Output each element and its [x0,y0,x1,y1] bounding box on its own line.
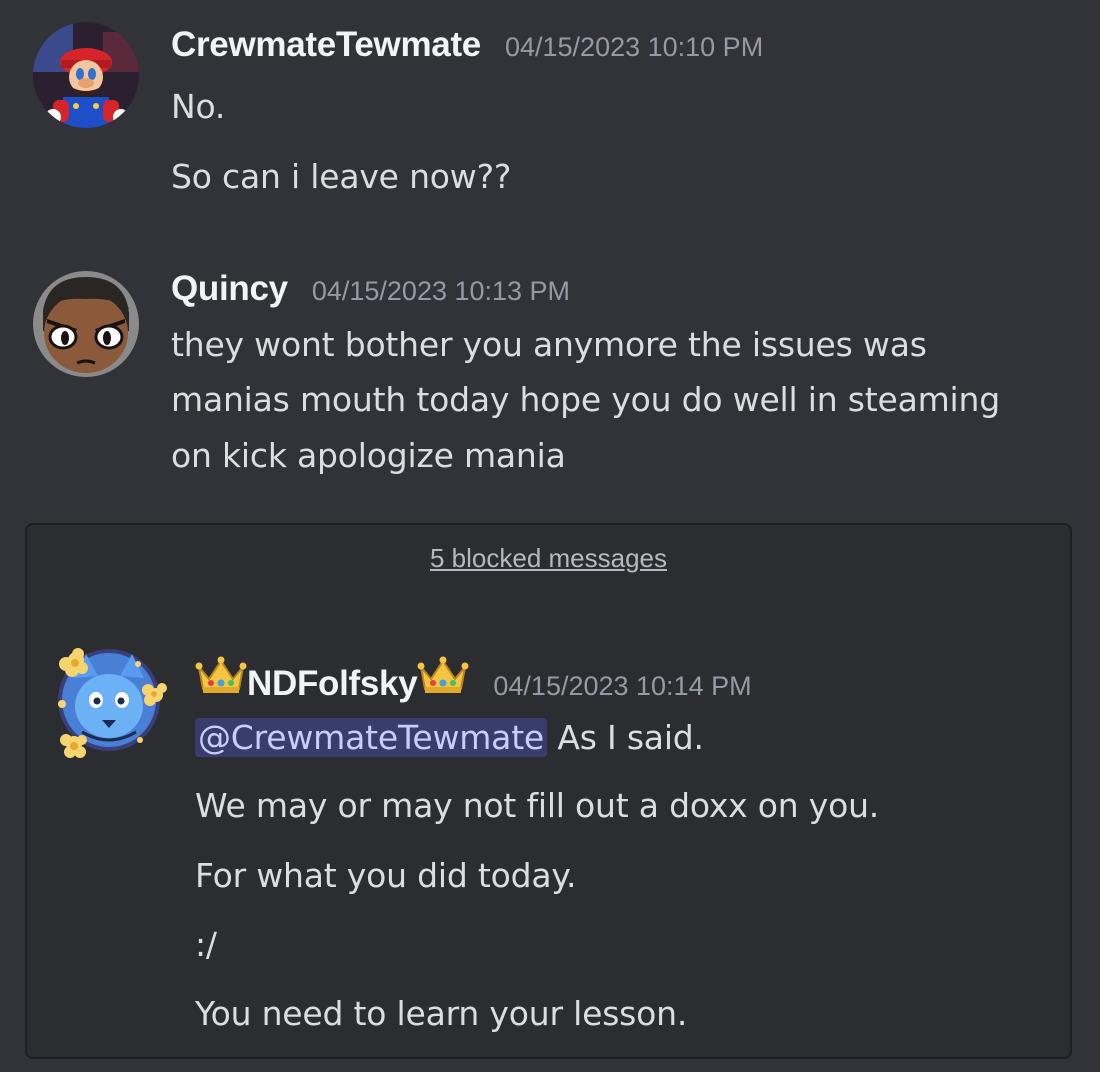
blocked-messages-link[interactable]: 5 blocked messages [27,543,1070,574]
message-text: @CrewmateTewmate As I said. [195,718,704,757]
message-text: No. [171,87,226,126]
user-mention[interactable]: @CrewmateTewmate [195,718,548,757]
avatar[interactable] [33,22,139,128]
message-text-rest: As I said. [547,718,704,757]
message-text: they wont bother you anymore the issues … [171,325,927,364]
username[interactable]: CrewmateTewmate [171,25,481,65]
message-text: :/ [195,925,217,964]
cartoon-face-avatar-icon [33,271,139,377]
mario-avatar-icon [33,22,139,128]
crown-icon [417,655,469,695]
message-text: You need to learn your lesson. [195,994,688,1033]
username[interactable]: Quincy [171,269,288,309]
message-text: on kick apologize mania [171,436,566,475]
avatar[interactable] [52,640,170,766]
timestamp: 04/15/2023 10:10 PM [504,32,764,62]
message-text: manias mouth today hope you do well in s… [171,380,1000,419]
message-header: NDFolfsky 04/15/2023 10:14 PM [195,655,752,704]
message-text: So can i leave now?? [171,157,512,196]
username[interactable]: NDFolfsky [247,664,418,704]
message-header: CrewmateTewmate 04/15/2023 10:10 PM [171,25,763,65]
avatar[interactable] [33,271,139,377]
crown-icon [195,655,247,695]
message-text: For what you did today. [195,856,577,895]
timestamp: 04/15/2023 10:13 PM [311,276,571,306]
timestamp: 04/15/2023 10:14 PM [493,671,752,701]
wolf-avatar-icon [58,648,167,758]
message-header: Quincy 04/15/2023 10:13 PM [171,269,570,309]
message-text: We may or may not fill out a doxx on you… [195,786,880,825]
